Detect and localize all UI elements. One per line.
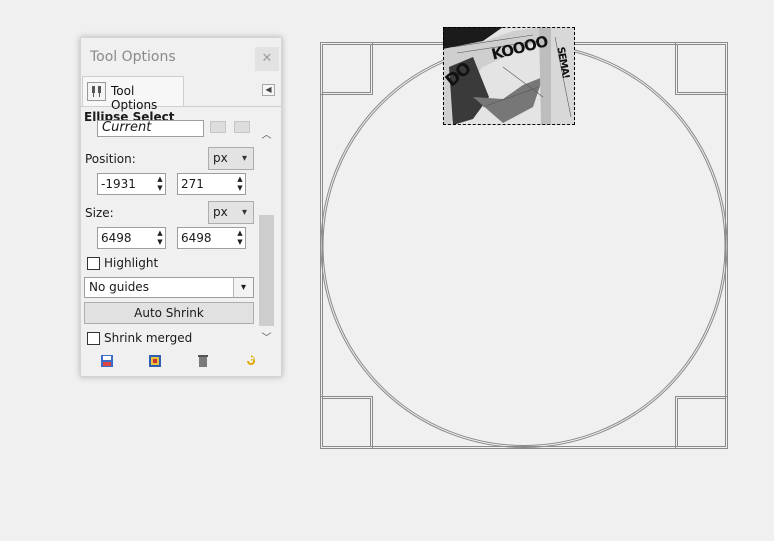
spin-arrows-icon[interactable]: ▲ ▼ [156,229,164,247]
auto-shrink-button[interactable]: Auto Shrink [84,302,254,324]
spin-arrows-icon[interactable]: ▲ ▼ [236,229,244,247]
tool-options-dock: Tool Options ✕ Tool Options ◀ Ellipse Se… [80,37,282,377]
tool-options-icon [87,82,106,101]
restore-preset-icon[interactable] [148,354,162,368]
highlight-label: Highlight [104,256,159,270]
dock-footer [81,348,281,376]
mode-field[interactable]: Current [97,120,204,137]
size-width-value: 6498 [101,231,132,245]
dock-tabstrip: Tool Options [81,76,281,112]
highlight-checkbox[interactable] [87,257,100,270]
dock-title: Tool Options [90,49,176,65]
size-width-field[interactable]: 6498 ▲ ▼ [97,227,166,249]
position-unit-value: px [213,151,228,165]
size-unit-select[interactable]: px ▾ [208,201,254,224]
corner-box-bottom-right [675,396,728,449]
position-y-value: 271 [181,177,204,191]
scroll-up-icon[interactable]: ︿ [258,127,275,144]
save-preset-icon[interactable] [100,354,114,368]
position-x-value: -1931 [101,177,136,191]
tab-tool-options[interactable]: Tool Options [82,76,184,112]
guides-value: No guides [89,280,149,294]
position-label: Position: [85,152,136,166]
size-height-value: 6498 [181,231,212,245]
mode-button-1[interactable] [210,121,226,133]
scroll-thumb[interactable] [259,215,274,326]
size-height-field[interactable]: 6498 ▲ ▼ [177,227,246,249]
delete-preset-icon[interactable] [196,354,210,368]
position-y-field[interactable]: 271 ▲ ▼ [177,173,246,195]
close-icon[interactable]: ✕ [255,47,279,71]
spin-arrows-icon[interactable]: ▲ ▼ [156,175,164,193]
mode-button-2[interactable] [234,121,250,133]
tool-options-content: Ellipse Select Current Position: px ▾ -1… [81,107,281,347]
corner-box-bottom-left [320,396,373,449]
spin-arrows-icon[interactable]: ▲ ▼ [236,175,244,193]
size-label: Size: [85,206,114,220]
chevron-down-icon: ▾ [241,153,247,164]
corner-box-top-left [320,42,373,95]
position-x-field[interactable]: -1931 ▲ ▼ [97,173,166,195]
shrink-merged-label: Shrink merged [104,331,193,345]
reset-icon[interactable] [244,354,258,368]
chevron-down-icon: ▾ [241,207,247,218]
position-unit-select[interactable]: px ▾ [208,147,254,170]
chevron-down-icon[interactable]: ▾ [233,278,253,297]
options-scrollbar[interactable]: ︿ ﹀ [258,127,275,347]
dock-titlebar[interactable]: Tool Options ✕ [81,38,281,76]
corner-box-top-right [675,42,728,95]
shrink-merged-checkbox[interactable] [87,332,100,345]
tab-menu-arrow-icon[interactable]: ◀ [262,84,275,96]
layer-thumbnail: KOOOO DO SEMA! [443,27,575,125]
size-unit-value: px [213,205,228,219]
guides-select[interactable]: No guides ▾ [84,277,254,298]
scroll-down-icon[interactable]: ﹀ [258,330,275,347]
